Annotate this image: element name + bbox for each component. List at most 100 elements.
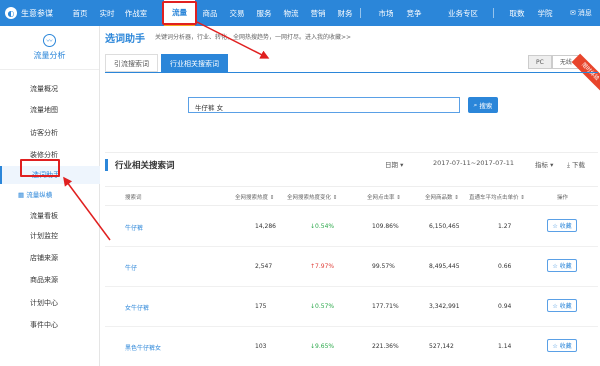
cell-ctr: 177.71%: [372, 303, 399, 310]
favorite-button[interactable]: ☆ 收藏: [547, 219, 577, 232]
nav-item[interactable]: 学院: [533, 0, 557, 26]
download-button[interactable]: ⤓ 下载: [567, 159, 585, 170]
nav-item[interactable]: 首页: [68, 0, 92, 26]
main-content: 选词助手 关键词分析器，行业、转化，全网热搜趋势，一网打尽。进入我的收藏>> 引…: [100, 26, 600, 366]
nav-item[interactable]: 交易: [225, 0, 249, 26]
sidebar-highlight-box: [20, 159, 60, 177]
sidebar-item-label: 流量地图: [30, 106, 58, 114]
mail-icon: ✉: [570, 9, 576, 17]
sidebar-header: 〰 流量分析: [0, 26, 99, 70]
column-header[interactable]: 全网搜索热度变化 ⇕: [287, 193, 337, 201]
tab[interactable]: 行业相关搜索词: [161, 54, 228, 72]
sidebar-item[interactable]: ▦ 流量纵横: [0, 186, 100, 204]
tabs: 引流搜索词 行业相关搜索词: [105, 54, 231, 72]
top-nav-bar: ◐ 生意参谋 首页 实时 作战室 流量 商品 交易 服务 物流 营销 财务 市场 竞争 业务专区 取数 学院…: [0, 0, 600, 26]
cell-cpc: 0.94: [498, 303, 512, 310]
column-header: 搜索词: [125, 195, 142, 201]
cell-ctr: 99.57%: [372, 263, 395, 270]
cell-ctr: 221.36%: [372, 343, 399, 350]
date-range: 2017-07-11~2017-07-11: [433, 159, 514, 167]
nav-item[interactable]: 营销: [306, 0, 330, 26]
chevron-down-icon: ▾: [550, 161, 554, 169]
sidebar-item-label: 流量纵横: [26, 191, 53, 199]
sidebar-item[interactable]: 流量地图: [0, 101, 100, 119]
date-label[interactable]: 日期 ▾: [385, 159, 403, 169]
cell-items: 6,150,465: [429, 223, 460, 230]
table-header: 搜索词 全网搜索热度 ⇕ 全网搜索热度变化 ⇕ 全网点击率 ⇕ 全网商品数 ⇕ 直通车平均…: [105, 186, 598, 206]
cell-keyword[interactable]: 黑色牛仔裤女: [125, 343, 161, 352]
nav-item[interactable]: 商品: [198, 0, 222, 26]
cell-heat: 103: [255, 343, 267, 350]
column-header[interactable]: 全网商品数 ⇕: [425, 193, 459, 201]
cell-change: ↑7.97%: [310, 263, 335, 270]
cell-ctr: 109.86%: [372, 223, 399, 230]
cell-keyword[interactable]: 女牛仔裤: [125, 303, 149, 312]
group-icon: ▦: [18, 191, 27, 199]
traffic-analysis-icon: 〰: [43, 34, 56, 47]
nav-highlight-box: [162, 1, 197, 25]
nav-item[interactable]: 市场: [374, 0, 398, 26]
sidebar-item[interactable]: 计划中心: [0, 294, 100, 312]
metric-selector[interactable]: 指标 ▾: [535, 159, 553, 169]
tab-underline: [105, 72, 598, 73]
nav-item[interactable]: 作战室: [121, 0, 151, 26]
column-header[interactable]: 全网点击率 ⇕: [367, 193, 401, 201]
cell-items: 527,142: [429, 343, 454, 350]
column-header[interactable]: 全网搜索热度 ⇕: [235, 193, 274, 201]
table-row: 黑色牛仔裤女 103 ↓9.65% 221.36% 527,142 1.14 ☆ 收藏: [105, 327, 598, 366]
sidebar-item-label: 装修分析: [30, 151, 58, 159]
sidebar-item-label: 流量概况: [30, 85, 58, 93]
table-row: 女牛仔裤 175 ↓0.57% 177.71% 3,342,991 0.94 ☆ 收藏: [105, 287, 598, 327]
page-subtitle[interactable]: 关键词分析器，行业、转化，全网热搜趋势，一网打尽。进入我的收藏>>: [155, 32, 351, 41]
sidebar-item-label: 流量看板: [30, 212, 58, 220]
nav-item[interactable]: 业务专区: [443, 0, 483, 26]
app-logo[interactable]: ◐ 生意参谋: [0, 0, 60, 26]
cell-heat: 2,547: [255, 263, 273, 270]
cell-keyword[interactable]: 牛仔: [125, 263, 137, 272]
sidebar-item[interactable]: 事件中心: [0, 316, 100, 334]
favorite-button[interactable]: ☆ 收藏: [547, 259, 577, 272]
column-header[interactable]: 直通车平均点击单价 ⇕: [469, 193, 525, 201]
search-icon: ⌕: [473, 100, 478, 109]
cell-heat: 14,286: [255, 223, 276, 230]
nav-separator: [493, 8, 494, 18]
download-icon: ⤓: [567, 161, 570, 169]
sidebar-item[interactable]: 店铺来源: [0, 249, 100, 267]
nav-item[interactable]: 实时: [96, 0, 118, 26]
sidebar-item[interactable]: 流量看板: [0, 207, 100, 225]
logo-text: 生意参谋: [21, 8, 53, 18]
sidebar-item-label: 计划中心: [30, 299, 58, 307]
table-row: 牛仔裤 14,286 ↓0.54% 109.86% 6,150,465 1.27 ☆ 收藏: [105, 207, 598, 247]
cell-change: ↓9.65%: [310, 343, 335, 350]
nav-separator: [360, 8, 361, 18]
nav-item[interactable]: 物流: [279, 0, 303, 26]
nav-item[interactable]: 财务: [333, 0, 357, 26]
favorite-button[interactable]: ☆ 收藏: [547, 299, 577, 312]
sidebar-item[interactable]: 计划监控: [0, 227, 100, 245]
message-link[interactable]: ✉ 消息: [570, 0, 592, 26]
search-input[interactable]: 牛仔裤 女: [188, 97, 460, 113]
nav-item[interactable]: 服务: [252, 0, 276, 26]
card-title: 行业相关搜索词: [105, 159, 175, 171]
column-header: 操作: [557, 195, 569, 201]
cell-keyword[interactable]: 牛仔裤: [125, 223, 143, 232]
sidebar-item[interactable]: 访客分析: [0, 124, 100, 142]
tab[interactable]: 引流搜索词: [105, 54, 158, 72]
cell-cpc: 1.27: [498, 223, 512, 230]
sidebar: 〰 流量分析 流量概况 流量地图 访客分析 装修分析 选词助手 ▦ 流量纵横 流量看板 计划监…: [0, 26, 100, 366]
device-option[interactable]: PC: [528, 55, 552, 69]
cell-heat: 175: [255, 303, 267, 310]
chevron-down-icon: ▾: [400, 161, 404, 169]
search-button[interactable]: ⌕ 搜索: [468, 97, 498, 113]
nav-item[interactable]: 取数: [505, 0, 529, 26]
sidebar-item[interactable]: 流量概况: [0, 80, 100, 98]
page-title: 选词助手: [105, 34, 145, 45]
related-keywords-card: 行业相关搜索词 日期 ▾ 2017-07-11~2017-07-11 指标 ▾ …: [105, 152, 598, 366]
sidebar-item[interactable]: 商品来源: [0, 271, 100, 289]
cell-items: 8,495,445: [429, 263, 460, 270]
nav-item[interactable]: 竞争: [402, 0, 426, 26]
sidebar-item-label: 访客分析: [30, 129, 58, 137]
cell-change: ↓0.57%: [310, 303, 335, 310]
sidebar-title: 流量分析: [33, 51, 66, 60]
favorite-button[interactable]: ☆ 收藏: [547, 339, 577, 352]
